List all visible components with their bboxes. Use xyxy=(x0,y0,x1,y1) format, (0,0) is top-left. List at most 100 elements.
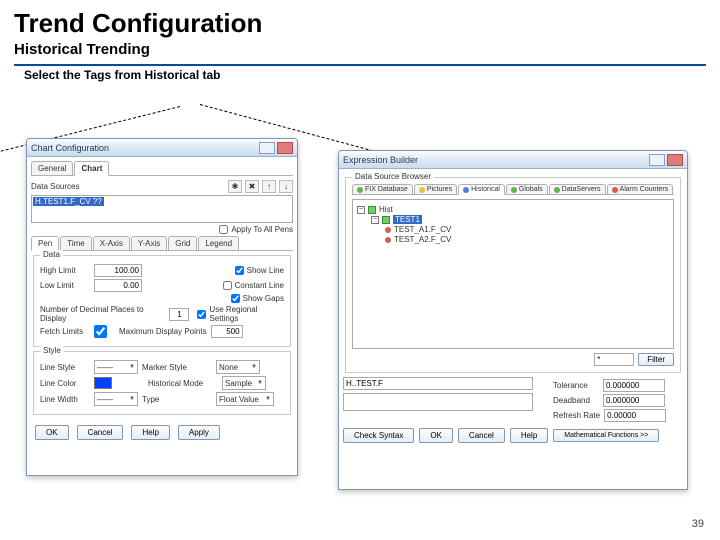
tab-legend[interactable]: Legend xyxy=(198,236,239,250)
refresh-input[interactable] xyxy=(604,409,666,422)
collapse-icon[interactable]: − xyxy=(357,206,365,214)
regional-checkbox[interactable]: Use Regional Settings xyxy=(197,305,284,323)
deadband-input[interactable] xyxy=(603,394,665,407)
show-line-checkbox[interactable]: Show Line xyxy=(235,266,284,275)
style-legend: Style xyxy=(40,346,64,355)
close-button[interactable] xyxy=(667,154,683,166)
expr-builder-window: Expression Builder Data Source Browser F… xyxy=(338,150,688,490)
tab-grid[interactable]: Grid xyxy=(168,236,197,250)
dstab-globals[interactable]: Globals xyxy=(506,184,548,194)
filter-button[interactable]: Filter xyxy=(638,353,674,366)
tolerance-label: Tolerance xyxy=(553,381,599,390)
dstab-historical[interactable]: Historical xyxy=(458,184,505,195)
hist-icon xyxy=(463,187,469,193)
high-limit-input[interactable] xyxy=(94,264,142,277)
data-sources-list[interactable]: H.TEST1.F_CV ?? xyxy=(31,195,293,223)
fetch-label: Fetch Limits xyxy=(40,327,90,336)
marker-style-label: Marker Style xyxy=(142,363,212,372)
ok-button[interactable]: OK xyxy=(419,428,453,443)
line-color-swatch[interactable] xyxy=(94,377,112,389)
slide-title: Trend Configuration xyxy=(0,0,720,39)
high-limit-label: High Limit xyxy=(40,266,90,275)
tag-tree[interactable]: −Hist −TEST1 TEST_A1.F_CV TEST_A2.F_CV xyxy=(352,199,674,349)
help-button[interactable] xyxy=(259,142,275,154)
tag-icon xyxy=(385,227,391,233)
dstab-alarm[interactable]: Alarm Counters xyxy=(607,184,674,194)
tolerance-input[interactable] xyxy=(603,379,665,392)
title-divider xyxy=(14,64,706,66)
titlebar-expr: Expression Builder xyxy=(339,151,687,169)
cancel-button[interactable]: Cancel xyxy=(77,425,124,440)
window-title: Chart Configuration xyxy=(31,143,257,153)
tab-general[interactable]: General xyxy=(31,161,73,175)
math-functions-button[interactable]: Mathematical Functions >> xyxy=(553,429,659,442)
tab-yaxis[interactable]: Y-Axis xyxy=(131,236,167,250)
dstab-pictures[interactable]: Pictures xyxy=(414,184,457,194)
dstab-dataservers[interactable]: DataServers xyxy=(549,184,606,194)
server-icon xyxy=(368,206,376,214)
window-title: Expression Builder xyxy=(343,155,647,165)
pic-icon xyxy=(419,187,425,193)
alarm-icon xyxy=(612,187,618,193)
ok-button[interactable]: OK xyxy=(35,425,69,440)
type-select[interactable]: Float Value▼ xyxy=(216,392,274,406)
check-syntax-button[interactable]: Check Syntax xyxy=(343,428,414,443)
low-limit-label: Low Limit xyxy=(40,281,90,290)
tab-time[interactable]: Time xyxy=(60,236,91,250)
line-style-select[interactable]: ——▼ xyxy=(94,360,138,374)
data-legend: Data xyxy=(40,250,63,259)
decimal-input[interactable] xyxy=(169,308,189,321)
tab-pen[interactable]: Pen xyxy=(31,236,59,251)
tab-chart[interactable]: Chart xyxy=(74,161,109,176)
ds-browser-legend: Data Source Browser xyxy=(352,172,434,181)
apply-all-pens-checkbox[interactable]: Apply To All Pens xyxy=(219,225,293,234)
tab-xaxis[interactable]: X-Axis xyxy=(93,236,130,250)
main-tabs: General Chart xyxy=(31,161,293,176)
apply-button[interactable]: Apply xyxy=(178,425,220,440)
tree-node-selected[interactable]: TEST1 xyxy=(393,215,422,224)
line-color-label: Line Color xyxy=(40,379,90,388)
dstab-fix[interactable]: FIX Database xyxy=(352,184,413,194)
data-group: Data High Limit Show Line Low Limit Cons… xyxy=(33,255,291,347)
cancel-button[interactable]: Cancel xyxy=(458,428,505,443)
add-source-button[interactable]: ✱ xyxy=(228,180,242,193)
marker-style-select[interactable]: None▼ xyxy=(216,360,260,374)
style-group: Style Line Style ——▼ Marker Style None▼ … xyxy=(33,351,291,415)
line-width-label: Line Width xyxy=(40,395,90,404)
hmode-select[interactable]: Sample▼ xyxy=(222,376,266,390)
filter-input[interactable] xyxy=(594,353,634,366)
expression-field-2[interactable] xyxy=(343,393,533,411)
move-up-button[interactable]: ↑ xyxy=(262,180,276,193)
constant-line-checkbox[interactable]: Constant Line xyxy=(223,281,284,290)
close-button[interactable] xyxy=(277,142,293,154)
show-gaps-checkbox[interactable]: Show Gaps xyxy=(231,294,284,303)
ds-tabs: FIX Database Pictures Historical Globals… xyxy=(352,184,674,195)
chart-config-window: Chart Configuration General Chart Data S… xyxy=(26,138,298,476)
node-icon xyxy=(382,216,390,224)
tree-leaf[interactable]: TEST_A2.F_CV xyxy=(394,235,451,244)
globals-icon xyxy=(511,187,517,193)
line-width-select[interactable]: ——▼ xyxy=(94,392,138,406)
data-source-item[interactable]: H.TEST1.F_CV ?? xyxy=(33,197,104,206)
collapse-icon[interactable]: − xyxy=(371,216,379,224)
max-points-input[interactable] xyxy=(211,325,243,338)
hmode-label: Historical Mode xyxy=(148,379,218,388)
low-limit-input[interactable] xyxy=(94,279,142,292)
page-number: 39 xyxy=(692,518,704,530)
help-button[interactable] xyxy=(649,154,665,166)
refresh-label: Refresh Rate xyxy=(553,411,600,420)
expression-field-1[interactable] xyxy=(343,377,533,390)
db-icon xyxy=(357,187,363,193)
delete-source-button[interactable]: ✖ xyxy=(245,180,259,193)
slide-instruction: Select the Tags from Historical tab xyxy=(0,68,720,90)
data-sources-label: Data Sources xyxy=(31,182,79,191)
line-style-label: Line Style xyxy=(40,363,90,372)
type-label: Type xyxy=(142,395,212,404)
deadband-label: Deadband xyxy=(553,396,599,405)
tree-leaf[interactable]: TEST_A1.F_CV xyxy=(394,225,451,234)
datasource-browser-group: Data Source Browser FIX Database Picture… xyxy=(345,177,681,373)
move-down-button[interactable]: ↓ xyxy=(279,180,293,193)
fetch-checkbox[interactable] xyxy=(94,325,107,338)
help-button[interactable]: Help xyxy=(510,428,548,443)
help-button[interactable]: Help xyxy=(131,425,169,440)
